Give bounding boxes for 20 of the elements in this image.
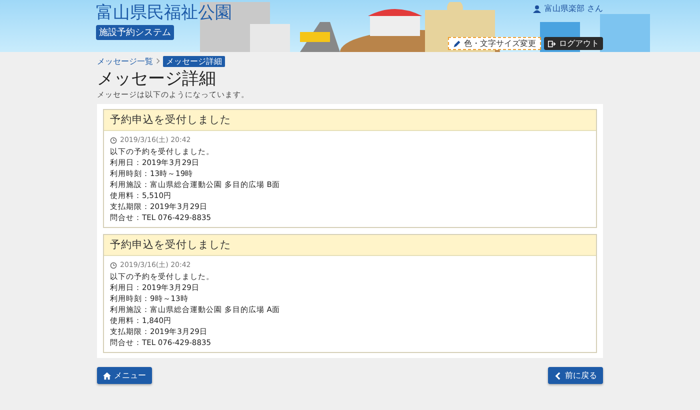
user-name: 富山県楽部 さん [544,3,603,14]
menu-button[interactable]: メニュー [97,367,152,384]
home-icon [103,372,111,380]
logout-icon [548,40,556,48]
site-title: 富山県民福祉公園 [96,3,232,23]
logout-button[interactable]: ログアウト [544,37,603,50]
breadcrumb-link[interactable]: メッセージ一覧 [97,56,153,66]
color-text-size-button[interactable]: 色・文字サイズ変更 [448,37,541,50]
clock-icon [110,262,117,268]
page-title: メッセージ詳細 [97,69,217,89]
message-title: 予約申込を受付しました [104,110,596,131]
back-button[interactable]: 前に戻る [548,367,603,384]
clock-icon [110,136,117,144]
system-badge: 施設予約システム [96,25,174,40]
breadcrumb-link[interactable]: メッセージ詳細 [163,56,225,66]
chevron-right-icon [156,58,160,64]
chevron-left-icon [554,372,562,380]
user-icon [533,4,542,12]
pen-icon [453,40,461,48]
message-title: 予約申込を受付しました [104,235,596,256]
